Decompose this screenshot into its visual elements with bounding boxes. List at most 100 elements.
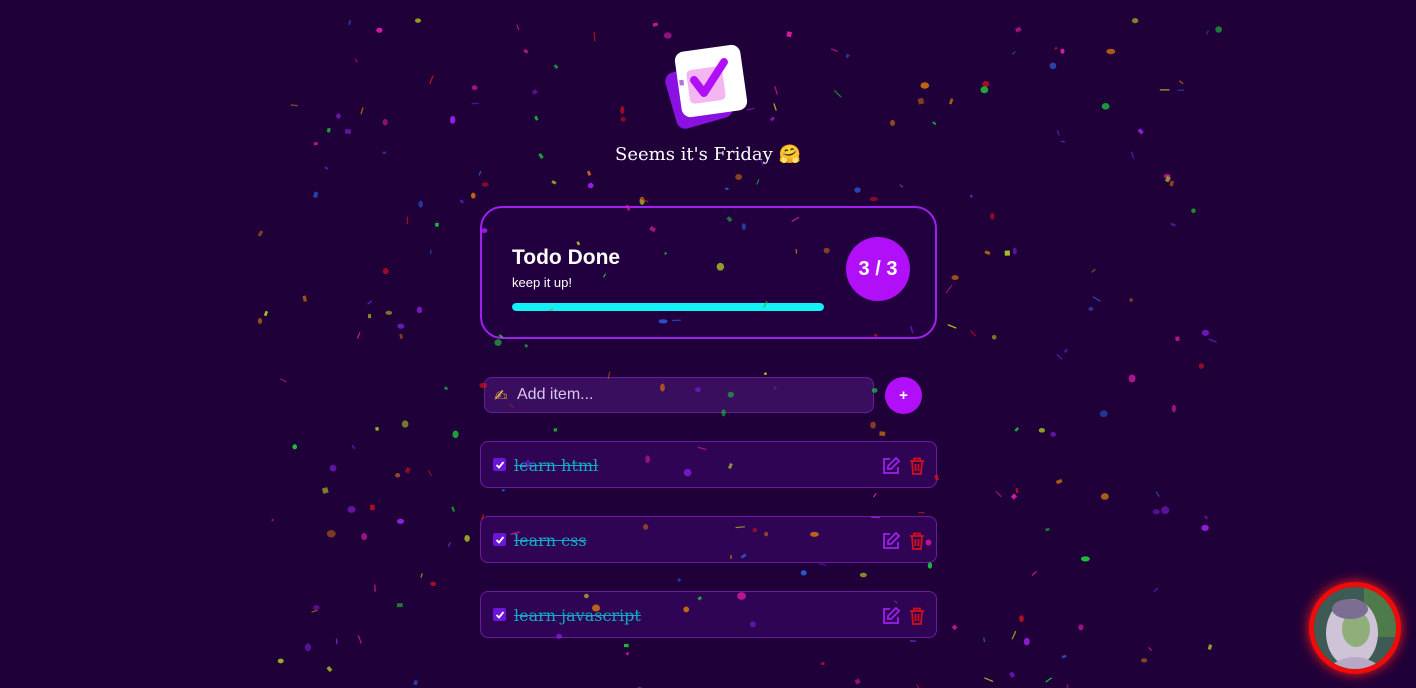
edit-icon[interactable] (881, 531, 901, 551)
confetti-piece (1101, 102, 1110, 110)
confetti-piece (1045, 527, 1050, 532)
confetti-piece (1060, 140, 1065, 143)
confetti-piece (450, 115, 456, 124)
confetti-piece (980, 86, 989, 94)
confetti-piece (1153, 587, 1159, 593)
confetti-piece (639, 196, 649, 203)
confetti-piece (620, 117, 626, 122)
confetti-piece (1205, 30, 1209, 35)
confetti-piece (1078, 624, 1084, 631)
confetti-piece (292, 444, 298, 450)
confetti-piece (413, 680, 418, 686)
confetti-piece (348, 20, 352, 25)
confetti-piece (756, 179, 760, 185)
confetti-piece (534, 115, 539, 121)
greeting: Seems it's Friday 🤗 (0, 144, 1416, 165)
confetti-piece (879, 431, 886, 437)
confetti-piece (625, 651, 630, 656)
trash-icon[interactable] (907, 606, 927, 626)
confetti-piece (1045, 677, 1053, 683)
confetti-piece (523, 48, 529, 54)
confetti-piece (1061, 654, 1067, 659)
confetti-piece (995, 490, 1002, 498)
confetti-piece (1009, 671, 1016, 678)
confetti-piece (982, 80, 990, 88)
confetti-piece (351, 445, 356, 450)
confetti-piece (1175, 336, 1180, 342)
checkmark-icon (495, 535, 504, 544)
confetti-piece (312, 191, 319, 199)
confetti-piece (1207, 644, 1213, 650)
todo-text: learn html (514, 456, 599, 475)
confetti-piece (774, 85, 779, 95)
todo-checkbox[interactable] (493, 458, 506, 471)
confetti-piece (430, 581, 437, 587)
add-item-input[interactable] (484, 377, 874, 413)
confetti-piece (948, 98, 954, 105)
confetti-piece (360, 107, 364, 115)
confetti-piece (984, 250, 991, 255)
confetti-piece (1063, 348, 1069, 354)
confetti-piece (1204, 515, 1209, 520)
confetti-piece (1011, 630, 1017, 640)
confetti-piece (1015, 26, 1022, 33)
confetti-piece (969, 330, 977, 337)
confetti-piece (920, 82, 930, 89)
confetti-piece (347, 506, 356, 513)
todo-checkbox[interactable] (493, 608, 506, 621)
confetti-piece (1100, 493, 1109, 500)
confetti-piece (927, 562, 933, 569)
confetti-piece (1131, 18, 1139, 24)
confetti-piece (889, 119, 895, 127)
todo-item: learn html (480, 441, 937, 488)
confetti-piece (951, 624, 958, 631)
edit-icon[interactable] (881, 456, 901, 476)
confetti-piece (414, 18, 422, 23)
confetti-piece (524, 343, 529, 348)
confetti-piece (1056, 353, 1063, 360)
confetti-piece (277, 658, 284, 664)
confetti-piece (639, 197, 645, 205)
confetti-piece (652, 22, 659, 27)
confetti-piece (1055, 478, 1063, 485)
confetti-piece (587, 182, 594, 189)
trash-icon[interactable] (907, 531, 927, 551)
confetti-piece (279, 378, 287, 383)
confetti-piece (916, 684, 920, 688)
confetti-piece (1128, 374, 1136, 383)
confetti-piece (304, 643, 312, 652)
confetti-piece (1099, 410, 1108, 418)
confetti-piece (1004, 250, 1011, 256)
edit-icon[interactable] (881, 606, 901, 626)
user-avatar[interactable] (1309, 582, 1401, 674)
confetti-piece (870, 421, 876, 429)
confetti-piece (833, 90, 842, 98)
confetti-piece (983, 637, 986, 643)
confetti-piece (1014, 427, 1020, 432)
confetti-piece (1198, 363, 1204, 369)
trash-icon[interactable] (907, 456, 927, 476)
confetti-piece (401, 420, 409, 428)
confetti-piece (1091, 268, 1096, 273)
add-item-button[interactable]: + (885, 377, 922, 414)
confetti-piece (302, 295, 307, 302)
confetti-piece (1164, 176, 1171, 183)
confetti-piece (376, 27, 383, 33)
checkmark-icon (495, 610, 504, 619)
confetti-piece (1161, 506, 1170, 515)
todo-text: learn css (514, 531, 587, 550)
confetti-piece (531, 89, 538, 96)
confetti-piece (1080, 556, 1090, 562)
confetti-piece (1031, 571, 1037, 576)
confetti-piece (329, 464, 337, 472)
confetti-piece (1169, 180, 1175, 187)
confetti-piece (1092, 296, 1101, 302)
confetti-piece (1191, 208, 1196, 214)
confetti-piece (820, 661, 825, 666)
summary-subtitle: keep it up! (512, 275, 572, 290)
confetti-piece (830, 48, 838, 52)
todo-checkbox[interactable] (493, 533, 506, 546)
confetti-piece (481, 182, 489, 187)
confetti-piece (397, 323, 405, 329)
checkmark-icon (495, 460, 504, 469)
